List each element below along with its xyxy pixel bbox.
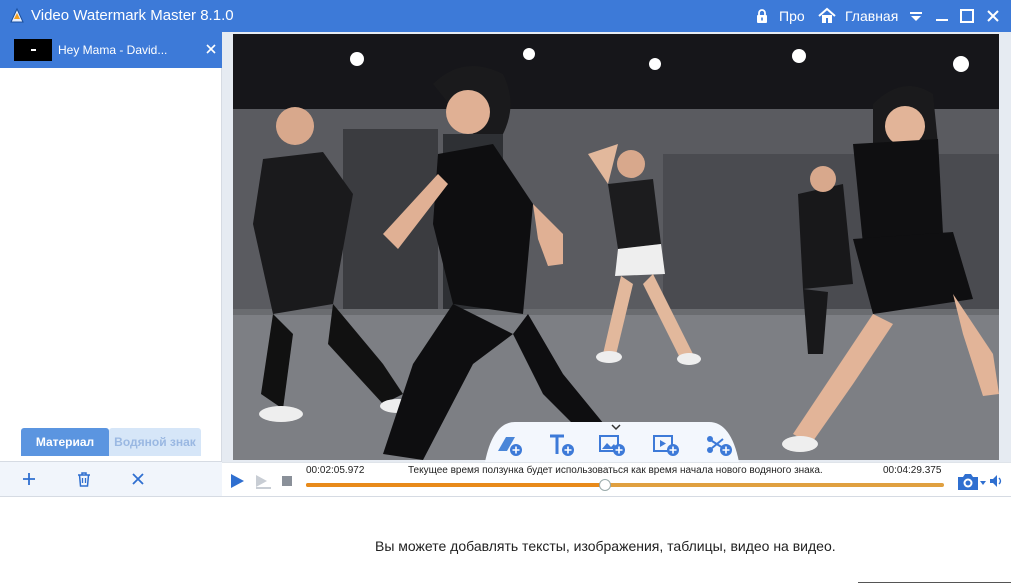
remove-file-icon[interactable] <box>204 42 218 56</box>
add-image-icon[interactable] <box>598 433 626 457</box>
panel-tabs: Материал Водяной знак <box>21 428 201 456</box>
lock-icon[interactable] <box>754 8 770 24</box>
home-link[interactable]: Главная <box>845 8 898 24</box>
timeline-progress <box>306 483 605 487</box>
add-icon[interactable] <box>20 470 38 488</box>
play-icon[interactable] <box>228 472 246 490</box>
add-watermark-toolbar <box>485 422 739 462</box>
add-video-icon[interactable] <box>652 433 680 457</box>
timeline-slider[interactable] <box>306 479 944 491</box>
add-text-icon[interactable] <box>547 433 575 457</box>
home-icon[interactable] <box>818 7 836 25</box>
stop-icon[interactable] <box>278 472 296 490</box>
trash-icon[interactable] <box>75 470 93 488</box>
timeline-handle[interactable] <box>598 479 611 491</box>
snapshot-camera-icon[interactable] <box>956 472 986 492</box>
material-panel: Hey Mama - David... Материал Водяной зна… <box>0 32 222 496</box>
clear-icon[interactable] <box>129 470 147 488</box>
file-name: Hey Mama - David... <box>58 43 168 57</box>
step-forward-icon[interactable] <box>254 472 272 490</box>
app-window: Video Watermark Master 8.1.0 Про Главная <box>0 0 1011 583</box>
chevron-down-icon[interactable] <box>611 424 621 431</box>
preview-area <box>222 32 1011 462</box>
watermark-list-panel: Вы можете добавлять тексты, изображения,… <box>0 496 1011 583</box>
volume-icon[interactable] <box>988 473 1004 489</box>
tab-watermark[interactable]: Водяной знак <box>109 428 201 456</box>
minimize-icon[interactable] <box>932 6 952 26</box>
video-preview[interactable] <box>233 34 999 460</box>
menu-dropdown-icon[interactable] <box>906 6 926 26</box>
total-time: 00:04:29.375 <box>883 465 942 476</box>
playback-bar: 00:02:05.972 Текущее время ползунка буде… <box>222 462 1011 496</box>
empty-state-hint: Вы можете добавлять тексты, изображения,… <box>375 538 836 554</box>
timeline-hint: Текущее время ползунка будет использоват… <box>408 465 823 476</box>
close-icon[interactable] <box>983 6 1003 26</box>
add-effect-icon[interactable] <box>705 433 733 457</box>
app-logo-icon <box>10 7 24 23</box>
file-tab[interactable]: Hey Mama - David... <box>0 32 222 68</box>
add-shape-icon[interactable] <box>495 433 523 457</box>
title-bar: Video Watermark Master 8.1.0 Про Главная <box>0 0 1011 32</box>
current-time: 00:02:05.972 <box>306 465 365 476</box>
tab-material[interactable]: Материал <box>21 428 109 456</box>
material-tools <box>0 461 222 496</box>
app-title: Video Watermark Master 8.1.0 <box>31 7 234 24</box>
video-thumbnail[interactable] <box>14 39 52 61</box>
pro-link[interactable]: Про <box>779 8 805 24</box>
maximize-icon[interactable] <box>957 6 977 26</box>
